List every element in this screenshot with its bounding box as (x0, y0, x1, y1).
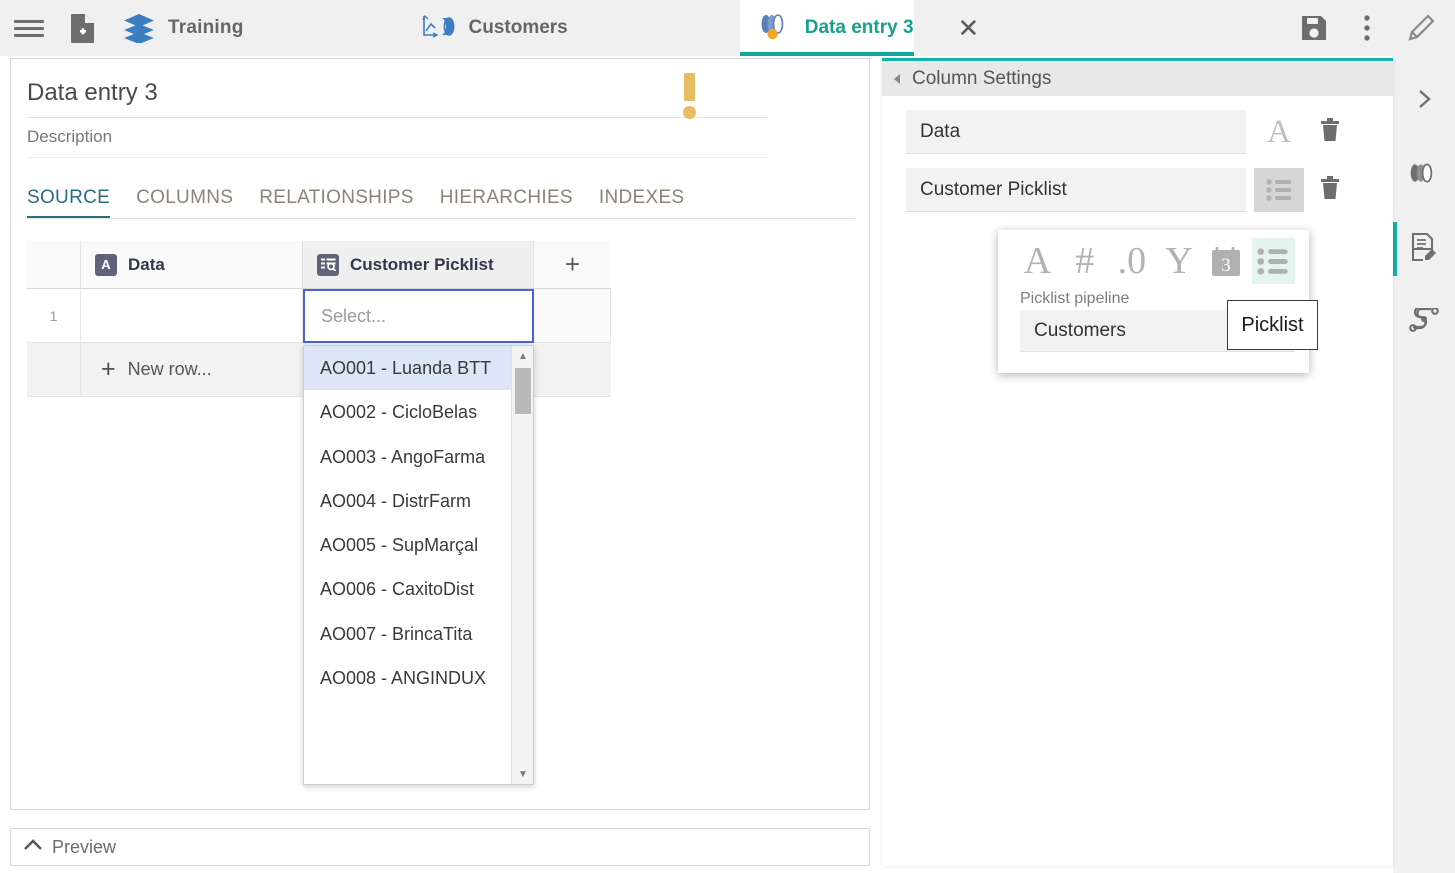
tab-hierarchies[interactable]: HIERARCHIES (440, 187, 573, 216)
kebab-menu-icon[interactable] (1363, 14, 1371, 42)
scrollbar-thumb[interactable] (515, 368, 531, 414)
data-entry-icon (758, 11, 792, 46)
tab-source[interactable]: SOURCE (27, 187, 110, 218)
picklist-type-icon (317, 254, 339, 276)
data-entry-document-panel: Data entry 3 Description SOURCE COLUMNS … (10, 58, 870, 810)
warning-exclamation-icon (671, 71, 707, 121)
preview-bar[interactable]: Preview (10, 828, 870, 866)
column-name-input-data[interactable] (906, 110, 1246, 154)
save-icon[interactable] (1299, 13, 1329, 43)
tab-customers[interactable]: Customers (404, 0, 568, 56)
text-type-icon: A (95, 254, 117, 276)
list-item[interactable]: AO003 - AngoFarma (304, 435, 512, 479)
text-type-icon[interactable]: A (1016, 238, 1059, 284)
tooltip-picklist: Picklist (1227, 300, 1318, 350)
tab-indexes[interactable]: INDEXES (599, 187, 685, 216)
plus-icon: + (101, 355, 116, 384)
picklist-type-icon[interactable] (1252, 238, 1295, 284)
new-document-icon[interactable] (68, 12, 98, 44)
pencil-icon[interactable] (1405, 12, 1437, 44)
table-row: 1 Select... AO001 - Luanda BTT AO002 - C… (27, 289, 611, 343)
column-settings-row-customer-picklist (906, 168, 1393, 212)
tab-data-entry-3[interactable]: Data entry 3 (740, 0, 914, 56)
list-item[interactable]: AO002 - CicloBelas (304, 390, 512, 434)
row-number-header (27, 241, 81, 289)
scroll-up-icon[interactable]: ▲ (512, 346, 534, 366)
close-icon[interactable]: ✕ (958, 15, 980, 41)
column-settings-row-data: A (906, 110, 1393, 154)
cell-customer-picklist[interactable]: Select... AO001 - Luanda BTT AO002 - Cic… (303, 289, 534, 343)
column-settings-panel: Column Settings A (882, 58, 1393, 866)
tab-relationships[interactable]: RELATIONSHIPS (259, 187, 414, 216)
decimal-type-icon[interactable]: .0 (1110, 238, 1153, 284)
list-item[interactable]: AO006 - CaxitoDist (304, 567, 512, 611)
list-item[interactable]: AO004 - DistrFarm (304, 479, 512, 523)
column-header-data[interactable]: A Data (81, 241, 303, 289)
trash-icon[interactable] (1318, 175, 1342, 206)
list-item[interactable]: AO001 - Luanda BTT (304, 346, 512, 390)
list-item[interactable]: AO007 - BrincaTita (304, 612, 512, 656)
cell-filler (534, 289, 611, 343)
scroll-down-icon[interactable]: ▼ (512, 764, 534, 784)
page-title[interactable]: Data entry 3 (27, 79, 767, 118)
tab-columns[interactable]: COLUMNS (136, 187, 233, 216)
column-header-label: Data (128, 255, 165, 275)
dropdown-scrollbar[interactable]: ▲ ▼ (511, 346, 533, 784)
hamburger-icon[interactable] (12, 17, 46, 39)
sidebar-item-data-sources[interactable] (1393, 144, 1455, 206)
list-item[interactable]: AO005 - SupMarçal (304, 523, 512, 567)
grid-header-row: A Data Customer Picklist + (27, 241, 611, 289)
new-row-number-cell (27, 343, 81, 397)
sidebar-item-expand-panel[interactable] (1393, 70, 1455, 132)
cell-data[interactable] (81, 289, 303, 343)
chart-cylinder-icon (422, 13, 456, 44)
boolean-type-icon[interactable]: Y (1158, 238, 1201, 284)
edit-document-icon (1409, 232, 1439, 267)
preview-label: Preview (52, 837, 116, 858)
document-tabs: SOURCE COLUMNS RELATIONSHIPS HIERARCHIES… (27, 187, 855, 219)
chevron-right-icon (1412, 87, 1436, 116)
sidebar-item-pipelines[interactable] (1393, 292, 1455, 354)
triangle-collapse-icon[interactable] (894, 74, 900, 84)
trash-icon[interactable] (1318, 117, 1342, 148)
list-item[interactable]: AO008 - ANGINDUX (304, 656, 512, 700)
tab-label: Data entry 3 (805, 17, 914, 39)
column-name-input-customer-picklist[interactable] (906, 168, 1246, 212)
right-icon-rail (1393, 56, 1455, 873)
layers-icon (122, 13, 156, 43)
panel-title: Column Settings (912, 68, 1051, 90)
picklist-dropdown[interactable]: AO001 - Luanda BTT AO002 - CicloBelas AO… (303, 345, 534, 785)
top-toolbar: Training Customers Data entry 3 (0, 0, 1455, 56)
text-type-icon[interactable]: A (1254, 110, 1304, 154)
sidebar-item-data-entry[interactable] (1393, 218, 1455, 280)
type-selector: A # .0 Y 3 (998, 230, 1309, 286)
new-row-label: New row... (128, 359, 212, 380)
app-name: Training (168, 17, 244, 39)
column-settings-header[interactable]: Column Settings (882, 61, 1393, 96)
picklist-type-icon[interactable] (1254, 168, 1304, 212)
description-field[interactable]: Description (27, 127, 767, 158)
column-header-customer-picklist[interactable]: Customer Picklist (303, 241, 534, 289)
row-number: 1 (27, 289, 81, 343)
picklist-combo-input[interactable]: Select... (303, 289, 534, 343)
tab-label: Customers (469, 17, 568, 39)
data-cylinder-icon (1407, 160, 1441, 191)
column-header-label: Customer Picklist (350, 255, 494, 275)
add-column-button[interactable]: + (534, 241, 611, 289)
data-grid: A Data Customer Picklist + (27, 241, 611, 397)
svg-text:3: 3 (1222, 255, 1232, 276)
chevron-up-icon (23, 837, 43, 857)
date-type-icon[interactable]: 3 (1205, 238, 1248, 284)
integer-type-icon[interactable]: # (1063, 238, 1106, 284)
text-type-glyph: A (1267, 114, 1291, 151)
pipeline-flow-icon (1408, 308, 1440, 339)
